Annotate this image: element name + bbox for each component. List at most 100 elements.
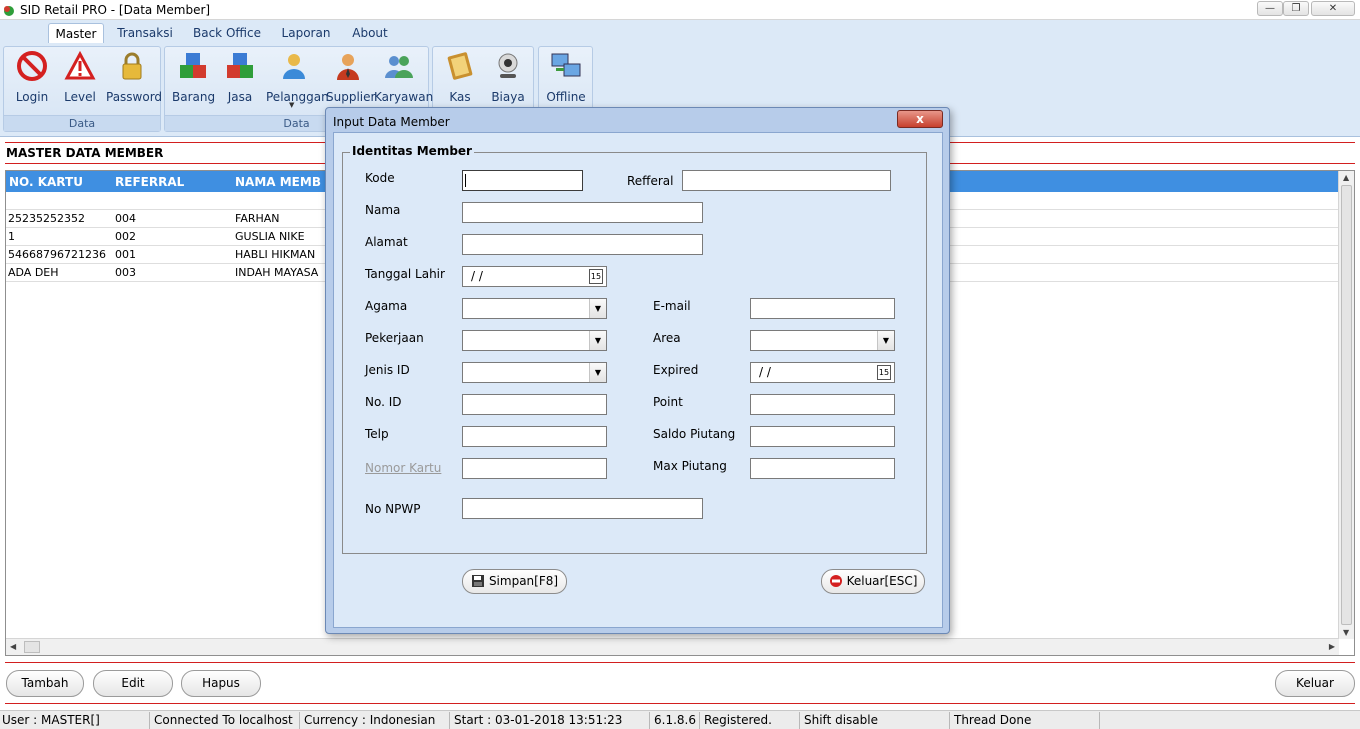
login-button[interactable]: Login (12, 50, 52, 104)
restore-button[interactable]: ❐ (1283, 1, 1309, 16)
keluar-dialog-button[interactable]: Keluar[ESC] (821, 569, 925, 594)
password-label: Password (106, 90, 163, 104)
employees-icon (385, 56, 413, 78)
no-id-label: No. ID (365, 395, 402, 409)
status-start-time: Start : 03-01-2018 13:51:23 (452, 712, 650, 729)
status-thread: Thread Done (952, 712, 1100, 729)
webcam-icon (498, 53, 518, 78)
scroll-thumb[interactable] (1341, 185, 1352, 625)
dialog-close-button[interactable]: x (897, 110, 943, 128)
barang-label: Barang (172, 90, 216, 104)
email-label: E-mail (653, 299, 691, 313)
boxes-icon (180, 53, 206, 78)
keluar-button[interactable]: Keluar (1275, 670, 1355, 697)
karyawan-button[interactable]: Karyawan (374, 50, 433, 104)
tab-transaksi[interactable]: Transaksi (114, 23, 176, 43)
scroll-up-icon[interactable]: ▲ (1343, 173, 1349, 182)
saldo-piutang-label: Saldo Piutang (653, 427, 736, 441)
pelanggan-button[interactable]: Pelanggan (266, 50, 329, 104)
tab-master[interactable]: Master (48, 23, 104, 43)
window-title: SID Retail PRO - [Data Member] (20, 3, 211, 17)
vertical-scrollbar[interactable]: ▲ ▼ (1338, 171, 1354, 639)
nomor-kartu-input[interactable] (462, 458, 607, 479)
group-title: Identitas Member (350, 144, 474, 158)
calendar-icon[interactable]: 15 (589, 269, 603, 284)
cell-referral: 004 (115, 212, 136, 225)
level-button[interactable]: Level (60, 50, 100, 104)
close-window-button[interactable]: ✕ (1311, 1, 1355, 16)
expired-datepicker[interactable]: / / 15 (750, 362, 895, 383)
cell-kartu: 25235252352 (8, 212, 85, 225)
max-piutang-input[interactable] (750, 458, 895, 479)
simpan-button[interactable]: Simpan[F8] (462, 569, 567, 594)
calendar-icon[interactable]: 15 (877, 365, 891, 380)
jenis-id-select[interactable]: ▼ (462, 362, 607, 383)
kas-label: Kas (449, 90, 471, 104)
refferal-input[interactable] (682, 170, 891, 191)
scroll-left-icon[interactable]: ◀ (10, 642, 16, 651)
tanggal-lahir-datepicker[interactable]: / / 15 (462, 266, 607, 287)
agama-label: Agama (365, 299, 408, 313)
status-user: User : MASTER[] (0, 712, 150, 729)
scroll-thumb[interactable] (24, 641, 40, 653)
master-title: MASTER DATA MEMBER (6, 146, 164, 160)
point-input[interactable] (750, 394, 895, 415)
no-entry-icon (17, 51, 47, 81)
area-label: Area (653, 331, 681, 345)
status-version: 6.1.8.6 (652, 712, 700, 729)
cell-kartu: 54668796721236 (8, 248, 106, 261)
refferal-label: Refferal (627, 174, 674, 188)
col-referral[interactable]: REFERRAL (115, 175, 184, 189)
divider-bottom (5, 662, 1355, 663)
email-input[interactable] (750, 298, 895, 319)
scroll-right-icon[interactable]: ▶ (1329, 642, 1335, 651)
padlock-icon (122, 52, 142, 80)
chevron-down-icon[interactable]: ▼ (589, 299, 606, 318)
chevron-down-icon[interactable]: ▼ (589, 363, 606, 382)
tab-back-office[interactable]: Back Office (192, 23, 262, 43)
tab-about[interactable]: About (348, 23, 392, 43)
pekerjaan-select[interactable]: ▼ (462, 330, 607, 351)
telp-input[interactable] (462, 426, 607, 447)
tambah-button[interactable]: Tambah (6, 670, 84, 697)
agama-select[interactable]: ▼ (462, 298, 607, 319)
barang-button[interactable]: Barang (172, 50, 216, 104)
cell-nama: INDAH MAYASA (235, 266, 319, 279)
saldo-piutang-input[interactable] (750, 426, 895, 447)
jasa-button[interactable]: Jasa (222, 50, 258, 104)
divider-status (5, 703, 1355, 704)
kas-button[interactable]: Kas (442, 50, 478, 104)
alamat-input[interactable] (462, 234, 703, 255)
area-select[interactable]: ▼ (750, 330, 895, 351)
col-no-kartu[interactable]: NO. KARTU (9, 175, 83, 189)
title-bar: SID Retail PRO - [Data Member] — ❐ ✕ (0, 0, 1360, 20)
col-nama-member[interactable]: NAMA MEMB (235, 175, 321, 189)
cell-kartu: ADA DEH (8, 266, 59, 279)
cell-kartu: 1 (8, 230, 15, 243)
edit-button[interactable]: Edit (93, 670, 173, 697)
hapus-button[interactable]: Hapus (181, 670, 261, 697)
nama-input[interactable] (462, 202, 703, 223)
simpan-label: Simpan[F8] (488, 574, 559, 588)
chevron-down-icon[interactable]: ▼ (589, 331, 606, 350)
cell-nama: FARHAN (235, 212, 280, 225)
jenis-id-label: Jenis ID (365, 363, 410, 377)
biaya-button[interactable]: Biaya (490, 50, 526, 104)
horizontal-scrollbar[interactable]: ◀ ▶ (6, 638, 1339, 655)
dialog-title: Input Data Member (333, 115, 450, 129)
supplier-button[interactable]: Supplier (326, 50, 375, 104)
biaya-label: Biaya (491, 90, 525, 104)
offline-button[interactable]: Offline (546, 50, 586, 104)
tab-laporan[interactable]: Laporan (278, 23, 334, 43)
scroll-down-icon[interactable]: ▼ (1343, 628, 1349, 637)
cell-nama: HABLI HIKMAN (235, 248, 316, 261)
warning-icon (64, 50, 96, 80)
chevron-down-icon[interactable]: ▼ (877, 331, 894, 350)
no-npwp-input[interactable] (462, 498, 703, 519)
no-id-input[interactable] (462, 394, 607, 415)
password-button[interactable]: Password (106, 50, 163, 104)
alamat-label: Alamat (365, 235, 408, 249)
kode-input[interactable] (462, 170, 583, 191)
minimize-button[interactable]: — (1257, 1, 1283, 16)
cell-referral: 001 (115, 248, 136, 261)
